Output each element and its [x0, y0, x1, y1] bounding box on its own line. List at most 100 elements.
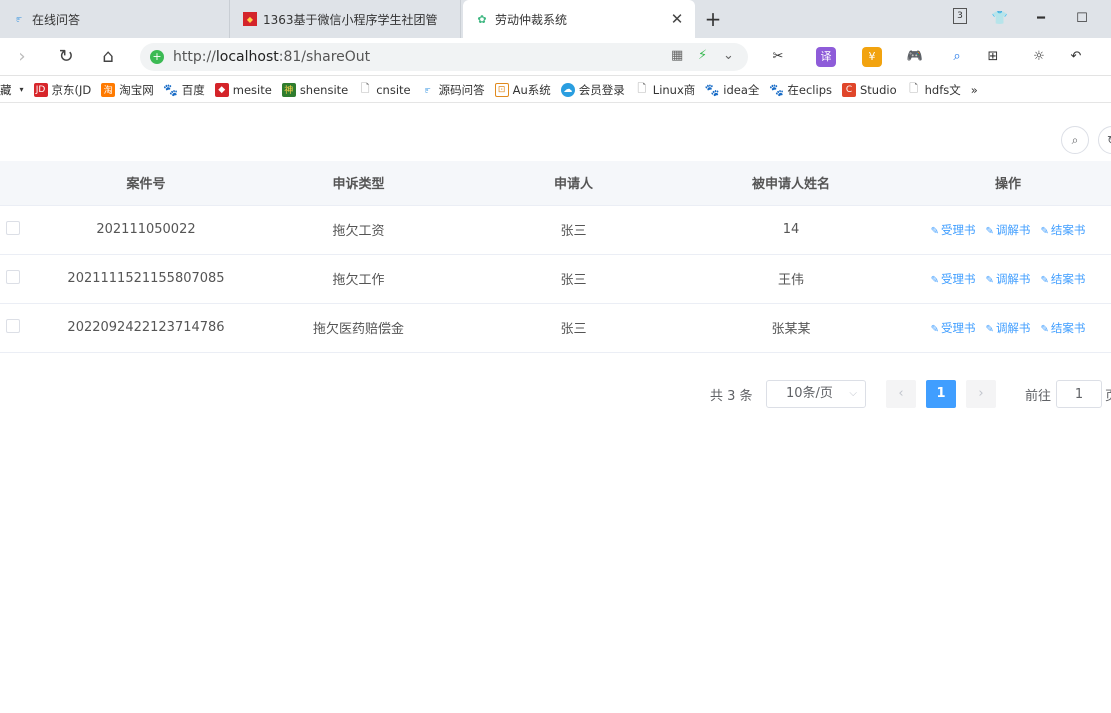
url-text[interactable]: http://localhost:81/shareOut: [173, 49, 370, 65]
home-icon[interactable]: ⌂: [96, 45, 120, 69]
bookmark-item[interactable]: ⊡ Au系统: [494, 82, 551, 98]
translate-icon[interactable]: 译: [816, 47, 836, 67]
bookmark-item[interactable]: 🗋 hdfs文: [907, 82, 961, 98]
row-checkbox[interactable]: [6, 220, 20, 235]
bookmark-label: 百度: [181, 82, 205, 97]
bookmark-item[interactable]: C Studio: [842, 82, 897, 97]
goto-page-input[interactable]: [1056, 380, 1102, 408]
maximize-icon[interactable]: ☐: [1071, 8, 1093, 30]
chevron-down-icon[interactable]: ⌄: [723, 48, 734, 63]
jd-icon: JD: [33, 82, 48, 97]
chevron-down-icon: ⌵: [849, 388, 857, 399]
bookmark-item[interactable]: ☁ 会员登录: [560, 82, 625, 98]
new-tab-button[interactable]: +: [702, 8, 724, 30]
coin-icon[interactable]: ¥: [862, 47, 882, 67]
swirl-icon: ೯: [15, 12, 23, 25]
close-icon[interactable]: ✕: [669, 11, 685, 27]
row-checkbox[interactable]: [6, 318, 20, 333]
browser-tab-3-active[interactable]: ✿ 劳动仲裁系统 ✕: [463, 0, 695, 38]
search-icon[interactable]: ⌕: [947, 47, 967, 67]
page-icon: 🗋: [909, 82, 919, 95]
secure-shield-icon: +: [150, 50, 164, 64]
goto-label: 前往: [1025, 389, 1052, 404]
search-button[interactable]: ⌕: [1061, 126, 1089, 154]
cell-actions: ✎ 受理书 ✎ 调解书 ✎ 结案书: [896, 303, 1111, 353]
table-row: 202111050022 拖欠工资 张三 14 ✎ 受理书 ✎ 调解书 ✎ 结案书: [0, 205, 1111, 255]
gamepad-icon[interactable]: 🎮: [905, 47, 925, 67]
page-size-select[interactable]: 10条/页 ⌵: [766, 380, 866, 408]
acceptance-doc-link[interactable]: ✎ 受理书: [931, 272, 976, 286]
cell-applicant: 张三: [461, 303, 686, 353]
column-header-case-no[interactable]: 案件号: [36, 161, 256, 206]
tab-label: 劳动仲裁系统: [495, 12, 568, 27]
closing-doc-link[interactable]: ✎ 结案书: [1040, 321, 1085, 335]
column-header-type[interactable]: 申诉类型: [256, 161, 461, 206]
lightning-icon[interactable]: ⚡: [698, 48, 707, 63]
table-row: 2022092422123714786 拖欠医药赔偿金 张三 张某某 ✎ 受理书 ✎…: [0, 303, 1111, 353]
cloud-icon: ☁: [560, 82, 575, 97]
cell-type: 拖欠医药赔偿金: [256, 303, 461, 353]
overflow-label: »: [970, 82, 978, 97]
acceptance-doc-link[interactable]: ✎ 受理书: [931, 223, 976, 237]
column-header-applicant[interactable]: 申请人: [461, 161, 686, 206]
page-number-current[interactable]: 1: [926, 380, 956, 408]
bookmark-item[interactable]: JD 京东(JD: [33, 82, 92, 98]
taobao-icon: 淘: [101, 82, 116, 97]
undo-icon[interactable]: ↶: [1066, 47, 1086, 67]
bookmark-item[interactable]: 淘淘宝网: [101, 82, 154, 98]
edit-icon: ✎: [985, 225, 994, 237]
edit-icon: ✎: [1040, 323, 1049, 335]
mediation-doc-link[interactable]: ✎ 调解书: [986, 223, 1031, 237]
browser-tab-2[interactable]: ◆ 1363基于微信小程序学生社团管: [231, 0, 461, 38]
column-header-respondent[interactable]: 被申请人姓名: [686, 161, 896, 206]
brightness-icon[interactable]: ☼: [1029, 47, 1049, 67]
scissors-icon[interactable]: ✂: [768, 47, 788, 67]
cell-respondent: 王伟: [686, 254, 896, 304]
edit-icon: ✎: [985, 274, 994, 286]
bookmark-item[interactable]: ◆ mesite: [214, 82, 272, 97]
page-icon: 🗋: [360, 82, 370, 95]
prev-page-button[interactable]: ‹: [886, 380, 916, 408]
bookmark-label: 会员登录: [578, 82, 625, 97]
swirl-icon: ೯: [424, 82, 431, 96]
bookmark-label: 在eclips: [787, 82, 832, 97]
row-checkbox[interactable]: [6, 269, 20, 284]
apps-grid-icon[interactable]: ⊞: [983, 47, 1003, 67]
minimize-icon[interactable]: ━: [1030, 8, 1052, 30]
link-label: 调解书: [995, 222, 1031, 237]
refresh-button[interactable]: ↻: [1098, 126, 1111, 154]
bookmark-label: 京东(JD: [51, 82, 92, 97]
link-label: 结案书: [1050, 271, 1086, 286]
page-content: ⌕ ↻ 案件号 申诉类型 申请人 被申请人姓名 操作 202111050022 …: [0, 103, 1111, 713]
forward-icon[interactable]: ›: [10, 45, 34, 69]
bookmark-label: 源码问答: [438, 82, 485, 97]
next-page-button[interactable]: ›: [966, 380, 996, 408]
browser-tab-1[interactable]: ೯ 在线问答: [0, 0, 230, 38]
shirt-icon[interactable]: 👕: [989, 8, 1011, 30]
cell-respondent: 张某某: [686, 303, 896, 353]
bookmark-item[interactable]: 🐾 在eclips: [769, 82, 832, 98]
bookmark-item[interactable]: 藏 ▾: [0, 82, 24, 98]
grid-icon[interactable]: ▦: [671, 48, 683, 63]
address-bar[interactable]: + http://localhost:81/shareOut ▦ ⚡ ⌄: [140, 43, 748, 71]
bookmark-item[interactable]: 🗋 cnsite: [358, 82, 411, 97]
bookmark-item[interactable]: 🗋 Linux商: [635, 82, 695, 98]
mediation-doc-link[interactable]: ✎ 调解书: [986, 272, 1031, 286]
acceptance-doc-link[interactable]: ✎ 受理书: [931, 321, 976, 335]
bookmark-item[interactable]: 神 shensite: [281, 82, 348, 97]
closing-doc-link[interactable]: ✎ 结案书: [1040, 272, 1085, 286]
edit-icon: ✎: [985, 323, 994, 335]
reload-icon[interactable]: ↻: [54, 45, 78, 69]
edit-icon: ✎: [930, 274, 940, 286]
bookmark-item[interactable]: 🐾 idea全: [705, 82, 760, 98]
bookmark-item[interactable]: 🐾 百度: [163, 82, 205, 98]
mediation-doc-link[interactable]: ✎ 调解书: [986, 321, 1031, 335]
bookmark-item[interactable]: ೯ 源码问答: [421, 82, 485, 98]
closing-doc-link[interactable]: ✎ 结案书: [1040, 223, 1085, 237]
cell-respondent: 14: [686, 205, 896, 255]
tab-count-badge[interactable]: 3: [953, 8, 967, 24]
bookmarks-overflow-button[interactable]: »: [971, 83, 978, 97]
shen-icon: 神: [281, 82, 296, 97]
bookmark-label: 藏: [0, 82, 12, 97]
paw-icon: 🐾: [768, 82, 784, 97]
